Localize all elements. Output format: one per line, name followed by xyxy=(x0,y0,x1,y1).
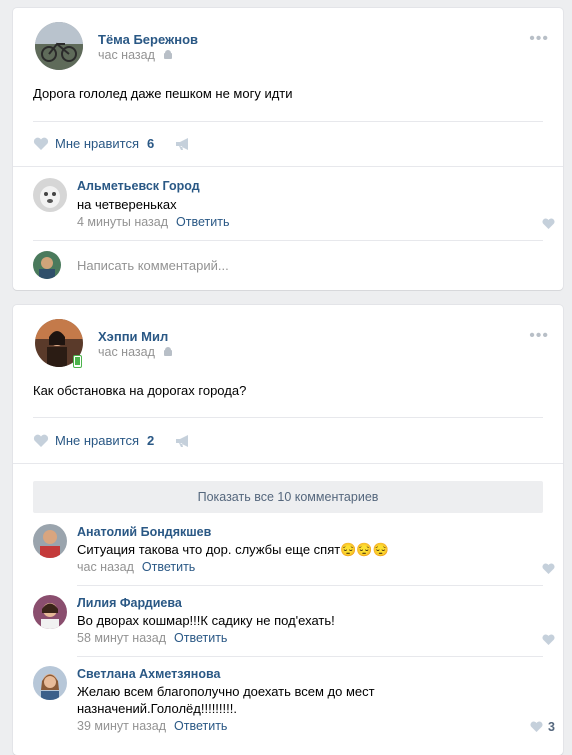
comment-author[interactable]: Светлана Ахметзянова xyxy=(77,667,220,681)
show-all-comments-button[interactable]: Показать все 10 комментариев xyxy=(33,481,543,513)
heart-icon xyxy=(33,434,49,447)
reply-button[interactable]: Ответить xyxy=(174,631,227,645)
post-1: Тёма Бережнов час назад ••• Дорога голол… xyxy=(13,8,563,290)
post-time[interactable]: час назад xyxy=(98,48,173,63)
comment-like-button[interactable] xyxy=(542,634,555,646)
more-icon[interactable]: ••• xyxy=(529,30,549,48)
comment-text: на четвереньках xyxy=(77,197,177,212)
post-time-text[interactable]: час назад xyxy=(98,48,155,62)
comment: Анатолий Бондякшев Ситуация такова что д… xyxy=(13,515,563,586)
like-label: Мне нравится xyxy=(55,433,140,448)
comment-meta: час назад Ответить xyxy=(77,560,195,574)
comment-time[interactable]: 58 минут назад xyxy=(77,631,166,645)
avatar-user-photo xyxy=(33,251,61,279)
megaphone-icon xyxy=(176,435,188,447)
post-time-text[interactable]: час назад xyxy=(98,345,155,359)
comment-like-button[interactable] xyxy=(542,218,555,230)
comment: Альметьевск Город на четвереньках 4 мину… xyxy=(13,166,563,240)
comment-composer: Написать комментарий... xyxy=(13,240,563,290)
like-label: Мне нравится xyxy=(55,136,140,151)
post-divider xyxy=(33,417,543,418)
avatar-woman-photo xyxy=(33,595,67,629)
heart-icon xyxy=(542,634,555,645)
comment-meta: 39 минут назад Ответить xyxy=(77,719,227,733)
comment-time[interactable]: 39 минут назад xyxy=(77,719,166,733)
comment: Лилия Фардиева Во дворах кошмар!!!К сади… xyxy=(13,586,563,656)
android-icon xyxy=(163,346,173,360)
comment-text: Ситуация такова что дор. службы еще спят… xyxy=(77,542,389,557)
post-author-name[interactable]: Хэппи Мил xyxy=(98,329,168,344)
post-text: Дорога гололед даже пешком не могу идти xyxy=(33,86,293,101)
share-button[interactable] xyxy=(175,137,191,154)
comment-time[interactable]: час назад xyxy=(77,560,134,574)
comment-meta: 4 минуты назад Ответить xyxy=(77,215,229,229)
comment-avatar[interactable] xyxy=(33,595,67,629)
more-icon[interactable]: ••• xyxy=(529,327,549,345)
comment-like-button[interactable] xyxy=(542,563,555,575)
megaphone-icon xyxy=(176,138,188,150)
like-button[interactable]: Мне нравится 6 xyxy=(33,136,154,151)
heart-icon xyxy=(542,563,555,574)
avatar-bicycle-photo xyxy=(35,22,83,70)
reply-button[interactable]: Ответить xyxy=(174,719,227,733)
comment-time[interactable]: 4 минуты назад xyxy=(77,215,168,229)
comment-author[interactable]: Альметьевск Город xyxy=(77,179,200,193)
like-count: 2 xyxy=(147,433,155,448)
comment-input[interactable]: Написать комментарий... xyxy=(77,258,229,273)
current-user-avatar xyxy=(33,251,61,279)
like-button[interactable]: Мне нравится 2 xyxy=(33,433,154,448)
comment-like-count: 3 xyxy=(548,720,555,734)
comment-text: Во дворах кошмар!!!К садику не под'ехать… xyxy=(77,613,335,628)
comment-avatar[interactable] xyxy=(33,666,67,700)
comment-author[interactable]: Анатолий Бондякшев xyxy=(77,525,211,539)
avatar-woman-photo xyxy=(33,666,67,700)
post-text: Как обстановка на дорогах города? xyxy=(33,383,247,398)
heart-icon xyxy=(33,137,49,150)
post-divider xyxy=(13,463,563,464)
mobile-icon xyxy=(73,355,82,368)
comment-text: Желаю всем благополучно доехать всем до … xyxy=(77,684,375,716)
reply-button[interactable]: Ответить xyxy=(142,560,195,574)
post-author-avatar[interactable] xyxy=(35,22,83,70)
comment: Светлана Ахметзянова Желаю всем благопол… xyxy=(13,657,563,747)
android-icon xyxy=(163,49,173,63)
comment-author[interactable]: Лилия Фардиева xyxy=(77,596,182,610)
post-author-name[interactable]: Тёма Бережнов xyxy=(98,32,198,47)
heart-icon xyxy=(530,721,543,732)
comment-avatar[interactable] xyxy=(33,524,67,558)
comment-like-button[interactable]: 3 xyxy=(530,720,555,734)
reply-button[interactable]: Ответить xyxy=(176,215,229,229)
avatar-dog-photo xyxy=(33,178,67,212)
like-count: 6 xyxy=(147,136,155,151)
share-button[interactable] xyxy=(175,434,191,451)
post-2: Хэппи Мил час назад ••• Как обстановка н… xyxy=(13,305,563,755)
post-time[interactable]: час назад xyxy=(98,345,173,360)
comment-avatar[interactable] xyxy=(33,178,67,212)
post-divider xyxy=(33,121,543,122)
heart-icon xyxy=(542,218,555,229)
avatar-man-photo xyxy=(33,524,67,558)
comment-meta: 58 минут назад Ответить xyxy=(77,631,227,645)
